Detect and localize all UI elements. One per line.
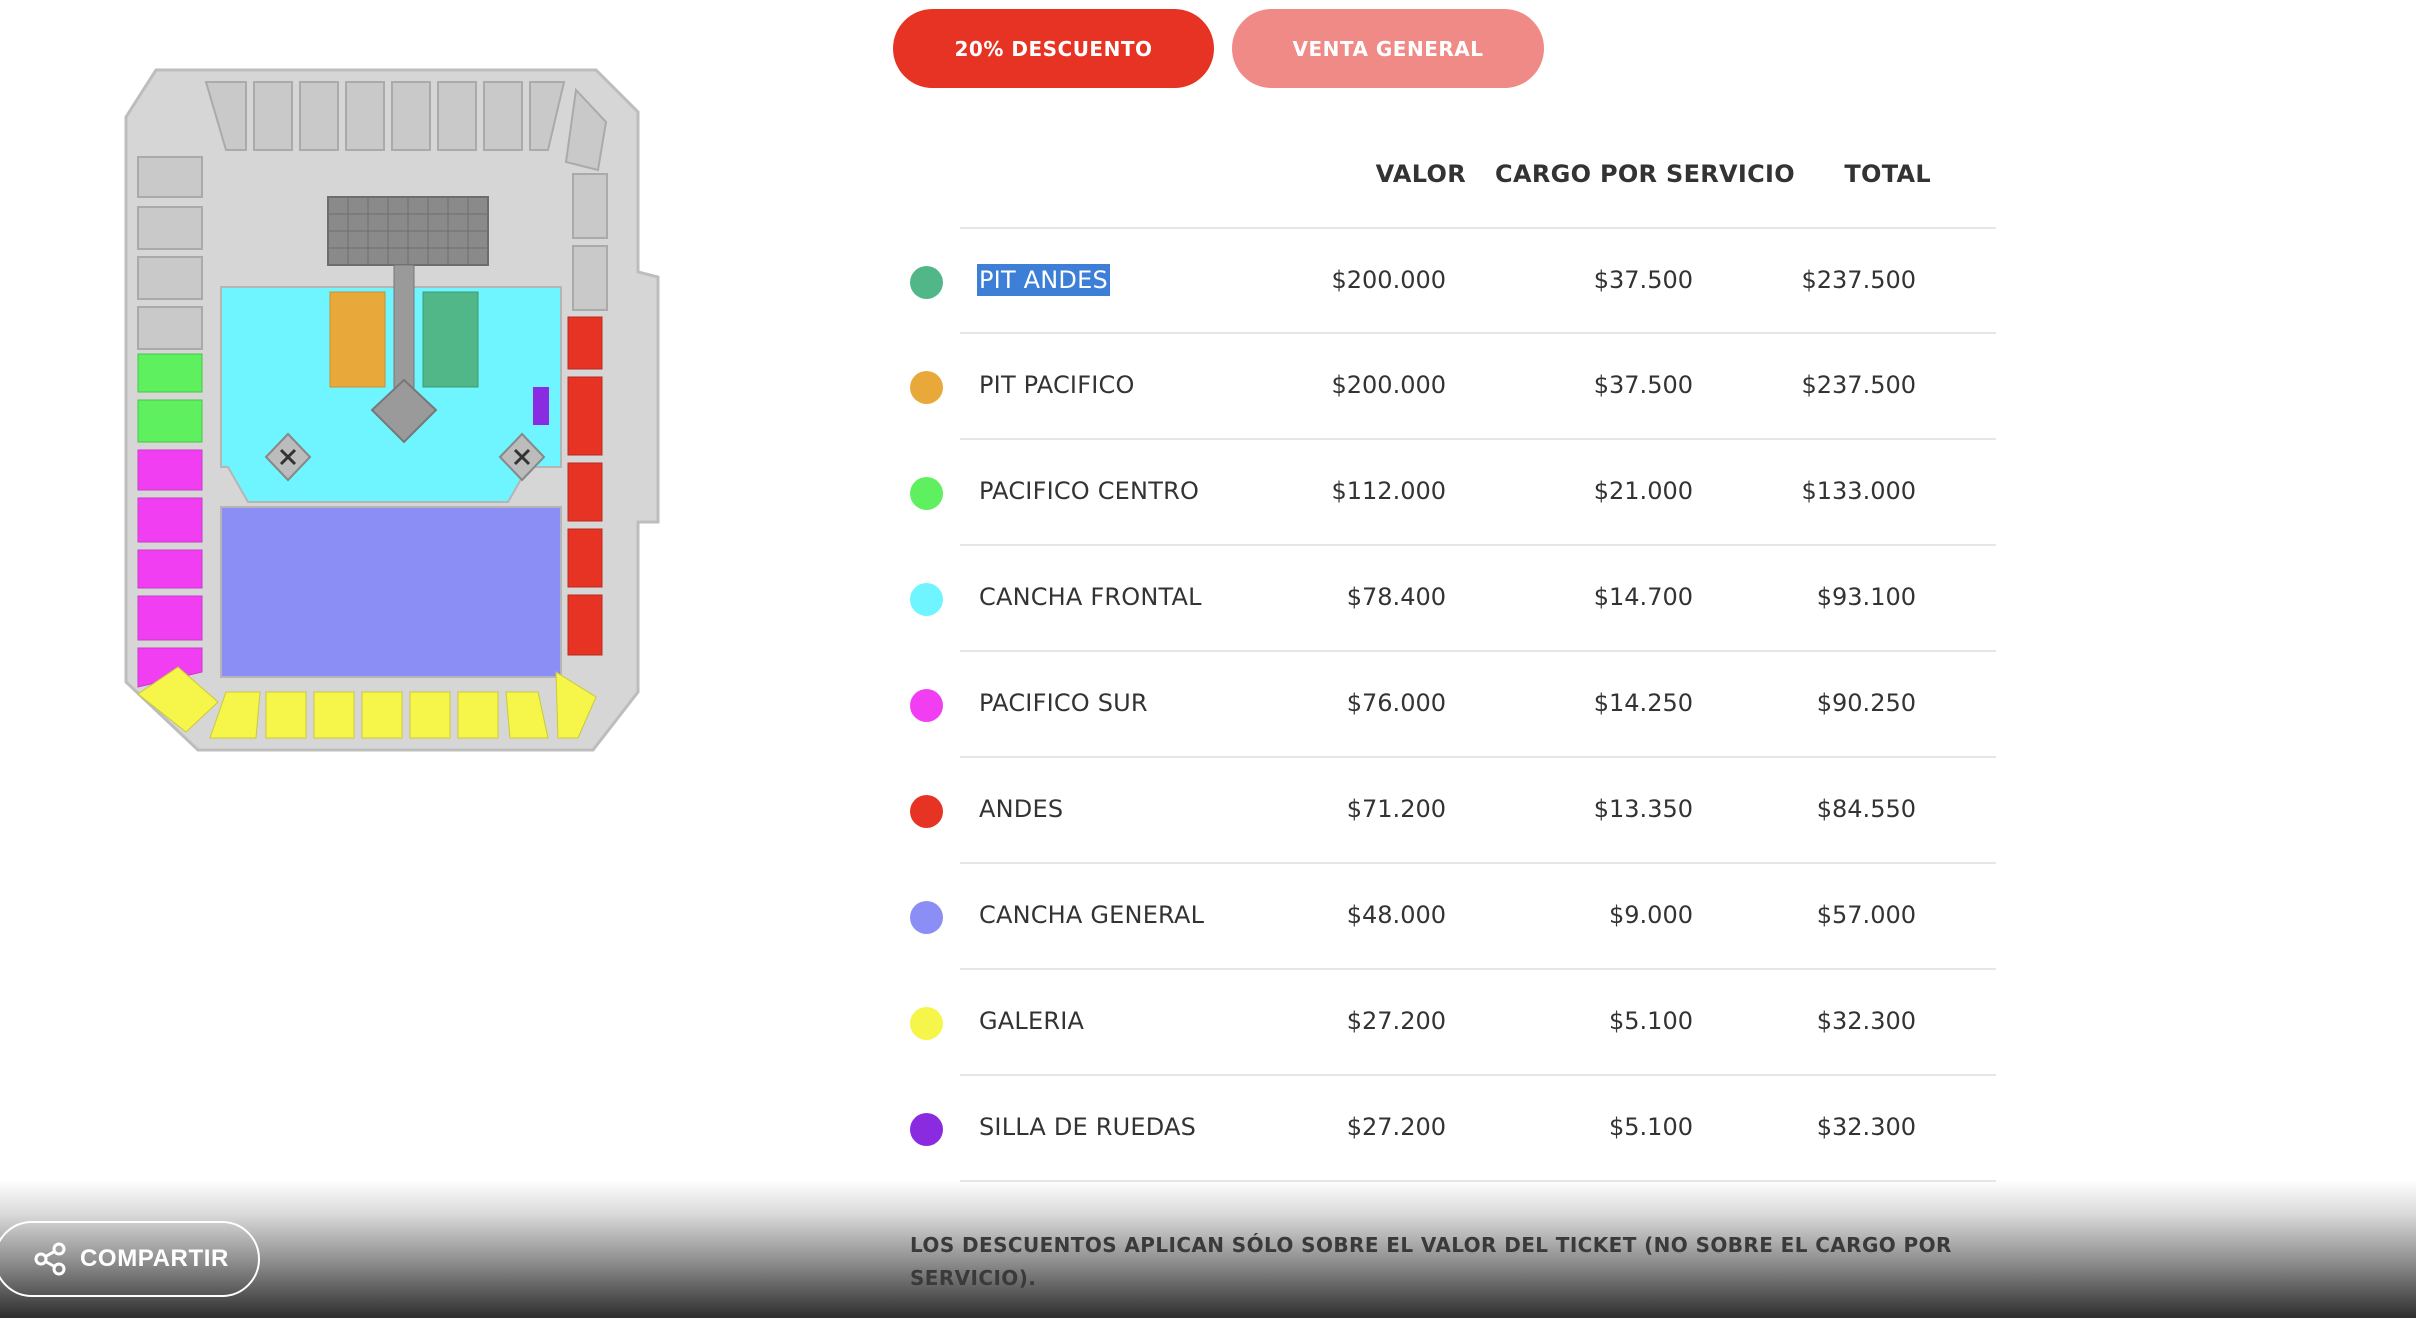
price-valor: $76.000 — [1346, 689, 1446, 717]
table-row[interactable]: CANCHA GENERAL $48.000 $9.000 $57.000 — [900, 865, 1996, 969]
price-total: $237.500 — [1801, 371, 1916, 399]
zone-color-dot — [910, 266, 943, 299]
price-total: $57.000 — [1816, 901, 1916, 929]
zone-color-dot — [910, 371, 943, 404]
zone-color-dot — [910, 795, 943, 828]
price-valor: $200.000 — [1331, 371, 1446, 399]
column-header-cargo: CARGO POR SERVICIO — [1495, 160, 1795, 188]
price-cargo: $14.250 — [1593, 689, 1693, 717]
price-valor: $78.400 — [1346, 583, 1446, 611]
venue-map — [124, 68, 660, 752]
price-cargo: $14.700 — [1593, 583, 1693, 611]
zone-color-dot — [910, 1113, 943, 1146]
zone-name: ANDES — [979, 795, 1064, 823]
discount-disclaimer: LOS DESCUENTOS APLICAN SÓLO SOBRE EL VAL… — [910, 1233, 1952, 1290]
zone-name: CANCHA GENERAL — [979, 901, 1205, 929]
price-total: $90.250 — [1816, 689, 1916, 717]
price-total: $32.300 — [1816, 1113, 1916, 1141]
zone-color-dot — [910, 583, 943, 616]
share-label: COMPARTIR — [80, 1245, 229, 1272]
price-total: $84.550 — [1816, 795, 1916, 823]
zone-name: PACIFICO CENTRO — [979, 477, 1200, 505]
price-total: $32.300 — [1816, 1007, 1916, 1035]
zone-pit-pacifico[interactable] — [329, 291, 386, 388]
price-valor: $200.000 — [1331, 266, 1446, 294]
zone-name: SILLA DE RUEDAS — [979, 1113, 1197, 1141]
share-button[interactable]: COMPARTIR — [0, 1221, 260, 1297]
zone-name: CANCHA FRONTAL — [979, 583, 1202, 611]
table-divider — [960, 227, 1996, 229]
tab-venta-general[interactable]: VENTA GENERAL — [1232, 9, 1544, 88]
table-divider — [960, 968, 1996, 970]
table-divider — [960, 1074, 1996, 1076]
zone-pit-andes[interactable] — [422, 291, 479, 388]
price-cargo: $37.500 — [1593, 371, 1693, 399]
zone-pacifico-sur[interactable] — [137, 449, 203, 688]
column-header-valor: VALOR — [1375, 160, 1466, 188]
zone-color-dot — [910, 1007, 943, 1040]
zone-cancha-general[interactable] — [220, 506, 562, 678]
price-cargo: $37.500 — [1593, 266, 1693, 294]
zone-name: PIT ANDES — [977, 264, 1110, 296]
zone-color-dot — [910, 477, 943, 510]
price-valor: $112.000 — [1331, 477, 1446, 505]
price-cargo: $5.100 — [1609, 1007, 1693, 1035]
table-row[interactable]: PIT ANDES $200.000 $37.500 $237.500 — [900, 230, 1996, 334]
price-valor: $27.200 — [1346, 1007, 1446, 1035]
tab-20-descuento[interactable]: 20% DESCUENTO — [893, 9, 1214, 88]
zone-color-dot — [910, 689, 943, 722]
table-divider — [960, 862, 1996, 864]
table-row[interactable]: GALERIA $27.200 $5.100 $32.300 — [900, 971, 1996, 1075]
table-row[interactable]: PIT PACIFICO $200.000 $37.500 $237.500 — [900, 335, 1996, 439]
zone-name: PACIFICO SUR — [979, 689, 1148, 717]
price-total: $237.500 — [1801, 266, 1916, 294]
table-row[interactable]: CANCHA FRONTAL $78.400 $14.700 $93.100 — [900, 547, 1996, 651]
table-divider — [960, 438, 1996, 440]
table-divider — [960, 756, 1996, 758]
share-icon — [34, 1242, 66, 1276]
zone-name: PIT PACIFICO — [979, 371, 1135, 399]
price-cargo: $9.000 — [1609, 901, 1693, 929]
column-header-total: TOTAL — [1844, 160, 1931, 188]
table-divider — [960, 332, 1996, 334]
price-total: $93.100 — [1816, 583, 1916, 611]
zone-color-dot — [910, 901, 943, 934]
zone-andes[interactable] — [567, 316, 603, 656]
table-row[interactable]: PACIFICO CENTRO $112.000 $21.000 $133.00… — [900, 441, 1996, 545]
table-row[interactable]: PACIFICO SUR $76.000 $14.250 $90.250 — [900, 653, 1996, 757]
price-cargo: $21.000 — [1593, 477, 1693, 505]
table-row[interactable]: ANDES $71.200 $13.350 $84.550 — [900, 759, 1996, 863]
price-cargo: $13.350 — [1593, 795, 1693, 823]
table-divider — [960, 544, 1996, 546]
price-cargo: $5.100 — [1609, 1113, 1693, 1141]
table-row[interactable]: SILLA DE RUEDAS $27.200 $5.100 $32.300 — [900, 1077, 1996, 1181]
price-valor: $71.200 — [1346, 795, 1446, 823]
price-valor: $27.200 — [1346, 1113, 1446, 1141]
price-total: $133.000 — [1801, 477, 1916, 505]
zone-silla-de-ruedas[interactable] — [533, 387, 549, 425]
table-divider — [960, 650, 1996, 652]
zone-name: GALERIA — [979, 1007, 1085, 1035]
price-valor: $48.000 — [1346, 901, 1446, 929]
